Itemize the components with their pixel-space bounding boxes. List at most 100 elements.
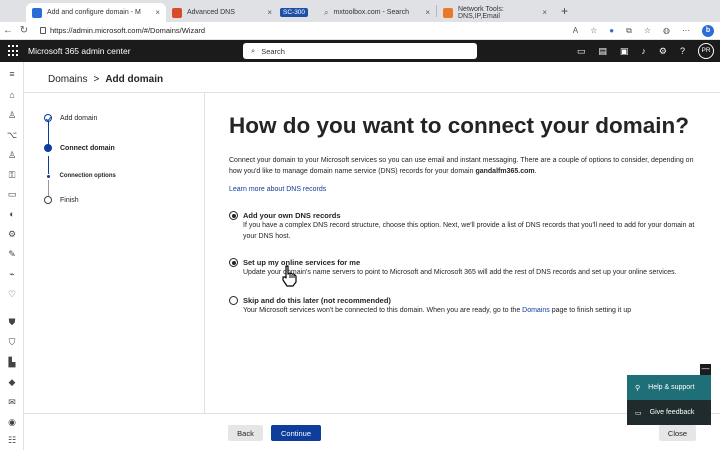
help-minimize-button[interactable]: —: [700, 364, 711, 375]
extension-icon[interactable]: ●: [609, 26, 614, 35]
lock-icon: [40, 27, 46, 34]
url-field[interactable]: https://admin.microsoft.com/#/Domains/Wi…: [40, 26, 205, 35]
close-tab-icon[interactable]: ×: [267, 8, 272, 17]
substep-dot-icon: [46, 174, 50, 178]
bing-chat-icon[interactable]: b: [702, 24, 714, 37]
learn-more-link[interactable]: Learn more about DNS records: [229, 186, 326, 193]
domains-page-link[interactable]: Domains: [522, 307, 550, 314]
tab-label: Advanced DNS: [187, 9, 235, 16]
close-button[interactable]: Close: [659, 425, 696, 441]
help-widget: ⚲ Help & support ▭ Give feedback: [627, 375, 711, 425]
browser-tab-sc300[interactable]: SC-300: [278, 3, 318, 22]
radio-setup-online-services[interactable]: [229, 258, 238, 267]
option-setup-online-services[interactable]: Set up my online services for me Update …: [229, 258, 707, 280]
user-icon[interactable]: ♙: [6, 109, 18, 121]
billing-icon[interactable]: ▭: [6, 188, 18, 200]
read-aloud-icon[interactable]: A: [573, 26, 578, 35]
app-title: Microsoft 365 admin center: [28, 46, 131, 56]
browser-tab-mxtoolbox[interactable]: ⌕ mxtoolbox.com - Search ×: [318, 3, 436, 22]
option-description: If you have a complex DNS record structu…: [243, 222, 695, 240]
namecheap-favicon-icon: [172, 7, 182, 18]
avatar[interactable]: PR: [698, 43, 714, 59]
reports-icon[interactable]: ⌁: [6, 268, 18, 280]
back-arrow-icon[interactable]: ←: [0, 25, 16, 36]
more-icon[interactable]: ⋯: [682, 26, 690, 35]
feedback-icon: ▭: [635, 409, 642, 417]
radio-add-own-dns[interactable]: [229, 211, 238, 220]
hand-cursor-icon: [282, 265, 297, 287]
step-label: Connect domain: [60, 144, 115, 152]
close-tab-icon[interactable]: ×: [155, 8, 160, 17]
settings-icon[interactable]: ⚙: [6, 228, 18, 240]
help-support-button[interactable]: ⚲ Help & support: [627, 375, 711, 400]
teams-icon[interactable]: ☷: [6, 434, 18, 446]
microsoft-favicon-icon: [32, 7, 42, 18]
collections-icon[interactable]: ⧉: [626, 26, 632, 36]
app-launcher-icon[interactable]: [8, 45, 20, 57]
profile-icon[interactable]: ◍: [663, 26, 670, 35]
hamburger-menu-icon[interactable]: ≡: [6, 68, 18, 80]
favorite-star-icon[interactable]: ☆: [590, 26, 597, 35]
breadcrumb: Domains > Add domain: [48, 74, 163, 85]
breadcrumb-current: Add domain: [105, 74, 164, 85]
intro-text-part: .: [534, 167, 537, 175]
exchange-icon[interactable]: ✉: [6, 396, 18, 408]
groups-icon[interactable]: ♙: [6, 149, 18, 161]
url-text: https://admin.microsoft.com/#/Domains/Wi…: [50, 26, 206, 35]
endpoint-icon[interactable]: ▙: [6, 356, 18, 368]
close-tab-icon[interactable]: ×: [425, 8, 430, 17]
mxtoolbox-favicon-icon: [443, 7, 453, 18]
refresh-icon[interactable]: ↻: [16, 25, 32, 36]
footer-divider: [24, 413, 720, 414]
new-tab-button[interactable]: +: [553, 4, 576, 18]
help-label: Help & support: [648, 384, 695, 391]
bell-icon[interactable]: ♪: [641, 46, 646, 56]
option-title: Skip and do this later (not recommended): [243, 296, 391, 305]
option-description-part: page to finish setting it up: [549, 307, 632, 314]
security-shield-icon[interactable]: ⛊: [6, 316, 18, 328]
give-feedback-button[interactable]: ▭ Give feedback: [627, 400, 711, 425]
option-description: Your Microsoft services won't be connect…: [243, 306, 707, 317]
continue-button[interactable]: Continue: [271, 425, 321, 441]
breadcrumb-domains-link[interactable]: Domains: [48, 74, 87, 85]
wizard-step-finish: Finish: [44, 196, 79, 204]
radio-skip[interactable]: [229, 296, 238, 305]
browser-tab-strip: Add and configure domain - M × Advanced …: [0, 0, 720, 22]
pending-step-dot-icon: [44, 196, 52, 204]
sharepoint-icon[interactable]: ◉: [6, 416, 18, 428]
checkmark-icon: [44, 114, 52, 122]
address-bar: ← ↻ https://admin.microsoft.com/#/Domain…: [0, 22, 720, 40]
terminal-icon[interactable]: ▣: [620, 46, 629, 57]
tab-label: Network Tools: DNS,IP,Email: [458, 5, 504, 20]
breadcrumb-separator: >: [93, 74, 100, 85]
azure-ad-icon[interactable]: ◆: [6, 376, 18, 388]
compliance-shield-icon[interactable]: ⛉: [6, 336, 18, 348]
tab-label: mxtoolbox.com - Search: [333, 9, 409, 16]
back-button[interactable]: Back: [228, 425, 263, 441]
tab-label: SC-300: [280, 8, 309, 17]
step-label: Connection options: [59, 173, 116, 179]
gear-icon[interactable]: ⚙: [659, 46, 667, 57]
browser-tab-admin[interactable]: Add and configure domain - M ×: [26, 3, 166, 22]
intro-text-part: Connect your domain to your Microsoft se…: [229, 157, 694, 175]
support-icon[interactable]: ◐: [6, 208, 18, 220]
favorites-icon[interactable]: ☆: [644, 26, 651, 35]
screen-icon[interactable]: ▭: [577, 46, 586, 57]
help-question-icon[interactable]: ?: [680, 46, 685, 56]
feedback-label: Give feedback: [649, 409, 695, 416]
option-skip[interactable]: Skip and do this later (not recommended)…: [229, 296, 707, 318]
close-tab-icon[interactable]: ×: [542, 8, 547, 17]
roles-icon[interactable]: ⚿: [6, 169, 18, 181]
health-heart-icon[interactable]: ♡: [6, 288, 18, 300]
browser-tab-network-tools[interactable]: Network Tools: DNS,IP,Email ×: [437, 3, 553, 22]
browser-tab-advanced-dns[interactable]: Advanced DNS ×: [166, 3, 278, 22]
step-label: Finish: [60, 196, 79, 204]
wizard-step-connect-domain: Connect domain: [44, 144, 115, 152]
search-box[interactable]: ⌕ Search: [243, 43, 477, 59]
option-add-own-dns[interactable]: Add your own DNS records If you have a c…: [229, 211, 707, 241]
home-icon[interactable]: ⌂: [6, 89, 18, 101]
setup-wrench-icon[interactable]: ✎: [6, 248, 18, 260]
org-icon[interactable]: ⌥: [6, 129, 18, 141]
document-icon[interactable]: ▤: [598, 46, 607, 57]
page-title: How do you want to connect your domain?: [229, 113, 689, 138]
